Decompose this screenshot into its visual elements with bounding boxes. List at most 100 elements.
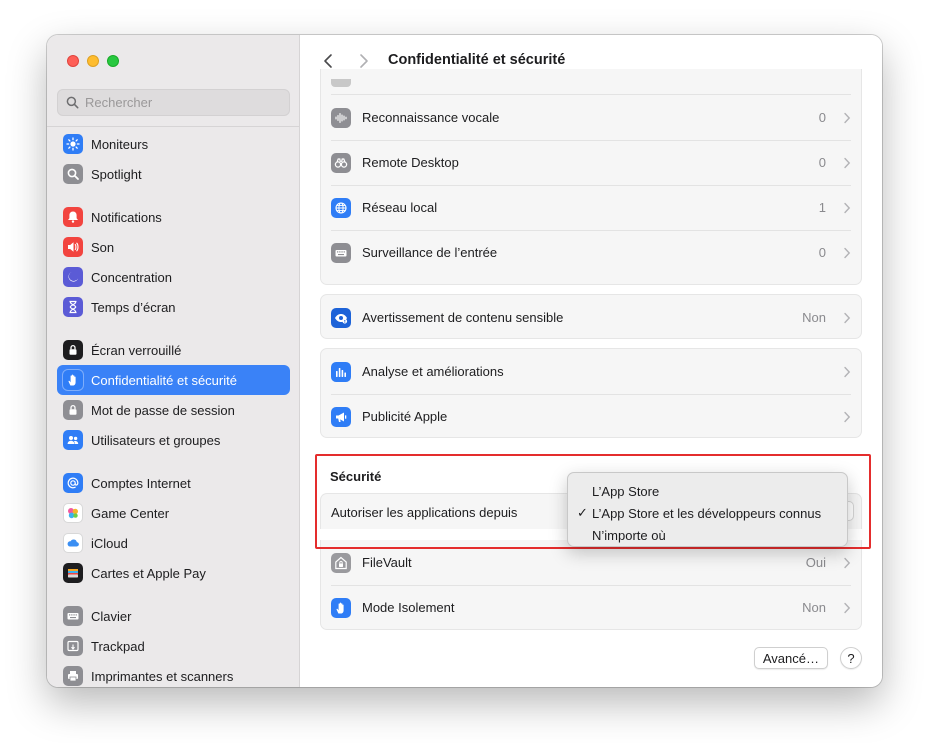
minimize-button[interactable]: [87, 55, 99, 67]
window-controls: [67, 55, 119, 67]
row-label: Reconnaissance vocale: [362, 110, 500, 125]
help-button[interactable]: ?: [840, 647, 862, 669]
row-label: Surveillance de l’entrée: [362, 245, 498, 260]
sidebar-divider: [47, 126, 300, 127]
sidebar-item-concentration[interactable]: Concentration: [57, 262, 290, 292]
moon-icon: [63, 267, 83, 287]
row-value: Non: [802, 600, 826, 615]
row-label: Publicité Apple: [362, 409, 448, 424]
sensitive-content-row[interactable]: Avertissement de contenu sensible Non: [321, 295, 861, 340]
search-field[interactable]: [57, 89, 290, 116]
chart-icon: [331, 361, 351, 382]
advanced-button[interactable]: Avancé…: [753, 647, 828, 669]
megaphone-icon: [331, 406, 351, 427]
sidebar-item-label: Clavier: [91, 608, 132, 624]
popup-option-app-store-known-developers[interactable]: ✓ L’App Store et les développeurs connus: [568, 502, 847, 524]
popup-option-app-store[interactable]: L’App Store: [568, 480, 847, 502]
row-label: Avertissement de contenu sensible: [362, 310, 564, 325]
sidebar-item-temps-ecran[interactable]: Temps d’écran: [57, 292, 290, 322]
display-icon: [63, 134, 83, 154]
sidebar-item-label: Imprimantes et scanners: [91, 668, 234, 684]
sidebar-item-label: Concentration: [91, 269, 172, 285]
option-label: N’importe où: [592, 527, 666, 543]
sidebar: Moniteurs Spotlight Notifications Son: [47, 35, 300, 687]
sidebar-item-label: iCloud: [91, 535, 128, 551]
zoom-button[interactable]: [107, 55, 119, 67]
chevron-right-icon: [844, 202, 851, 213]
printer-icon: [63, 666, 83, 686]
keyboard-input-icon: [331, 242, 351, 263]
chevron-right-icon: [844, 247, 851, 258]
close-button[interactable]: [67, 55, 79, 67]
sidebar-item-icloud[interactable]: iCloud: [57, 528, 290, 558]
chevron-right-icon: [844, 602, 851, 613]
hand-icon: [331, 597, 351, 618]
sidebar-item-confidentialite[interactable]: Confidentialité et sécurité: [57, 365, 290, 395]
lock-icon: [63, 340, 83, 360]
chevron-right-icon: [844, 112, 851, 123]
sidebar-item-game-center[interactable]: Game Center: [57, 498, 290, 528]
row-value: 0: [818, 110, 826, 125]
padlock-icon: [63, 400, 83, 420]
sidebar-item-label: Écran verrouillé: [91, 342, 182, 358]
sidebar-item-label: Mot de passe de session: [91, 402, 235, 418]
sidebar-item-moniteurs[interactable]: Moniteurs: [57, 129, 290, 159]
row-label: Remote Desktop: [362, 155, 459, 170]
waveform-icon: [331, 107, 351, 128]
sidebar-item-label: Notifications: [91, 209, 162, 225]
sidebar-item-notifications[interactable]: Notifications: [57, 202, 290, 232]
magnifier-icon: [63, 164, 83, 184]
privacy-row-reseau-local[interactable]: Réseau local 1: [321, 185, 861, 230]
security-section-title: Sécurité: [330, 469, 382, 484]
row-value: 0: [818, 245, 826, 260]
keyboard-icon: [63, 606, 83, 626]
privacy-row-reconnaissance-vocale[interactable]: Reconnaissance vocale 0: [321, 95, 861, 140]
settings-window: Moniteurs Spotlight Notifications Son: [47, 35, 882, 687]
game-center-icon: [63, 503, 83, 523]
sidebar-item-label: Moniteurs: [91, 136, 149, 152]
sidebar-list: Moniteurs Spotlight Notifications Son Co…: [57, 129, 290, 687]
sidebar-item-cartes-apple-pay[interactable]: Cartes et Apple Pay: [57, 558, 290, 588]
sidebar-item-label: Son: [91, 239, 115, 255]
row-value: Oui: [805, 555, 826, 570]
row-label: Mode Isolement: [362, 600, 455, 615]
search-icon: [66, 96, 79, 109]
main-pane: Confidentialité et sécurité Reconnaissan…: [300, 35, 882, 687]
chevron-right-icon: [844, 411, 851, 422]
sidebar-item-label: Spotlight: [91, 166, 142, 182]
sidebar-item-son[interactable]: Son: [57, 232, 290, 262]
popup-option-anywhere[interactable]: N’importe où: [568, 524, 847, 546]
chevron-right-icon: [844, 366, 851, 377]
sidebar-item-label: Cartes et Apple Pay: [91, 565, 206, 581]
sidebar-item-trackpad[interactable]: Trackpad: [57, 631, 290, 661]
checkmark-icon: ✓: [577, 505, 588, 520]
analytics-group: Analyse et améliorations Publicité Apple: [320, 348, 862, 438]
row-value: 1: [818, 200, 826, 215]
sidebar-item-label: Temps d’écran: [91, 299, 176, 315]
house-lock-icon: [331, 552, 351, 573]
privacy-row-surveillance-entree[interactable]: Surveillance de l’entrée 0: [321, 230, 861, 275]
sidebar-item-spotlight[interactable]: Spotlight: [57, 159, 290, 189]
sidebar-item-ecran-verrouille[interactable]: Écran verrouillé: [57, 335, 290, 365]
search-input[interactable]: [85, 95, 285, 110]
footer-buttons: Avancé… ?: [753, 647, 862, 669]
sidebar-item-utilisateurs[interactable]: Utilisateurs et groupes: [57, 425, 290, 455]
row-label: FileVault: [362, 555, 412, 570]
analytics-row[interactable]: Analyse et améliorations: [321, 349, 861, 394]
at-icon: [63, 473, 83, 493]
security-group: FileVault Oui Mode Isolement Non: [320, 540, 862, 630]
sidebar-item-label: Trackpad: [91, 638, 145, 654]
chevron-right-icon: [360, 54, 368, 68]
hourglass-icon: [63, 297, 83, 317]
sidebar-item-clavier[interactable]: Clavier: [57, 601, 290, 631]
apple-advertising-row[interactable]: Publicité Apple: [321, 394, 861, 439]
sidebar-item-imprimantes[interactable]: Imprimantes et scanners: [57, 661, 290, 687]
option-label: L’App Store: [592, 483, 660, 499]
sidebar-item-mot-de-passe[interactable]: Mot de passe de session: [57, 395, 290, 425]
sidebar-item-label: Utilisateurs et groupes: [91, 432, 221, 448]
lockdown-mode-row[interactable]: Mode Isolement Non: [321, 585, 861, 630]
chevron-right-icon: [844, 557, 851, 568]
sidebar-item-comptes-internet[interactable]: Comptes Internet: [57, 468, 290, 498]
privacy-row-remote-desktop[interactable]: Remote Desktop 0: [321, 140, 861, 185]
chevron-left-icon: [324, 54, 332, 68]
